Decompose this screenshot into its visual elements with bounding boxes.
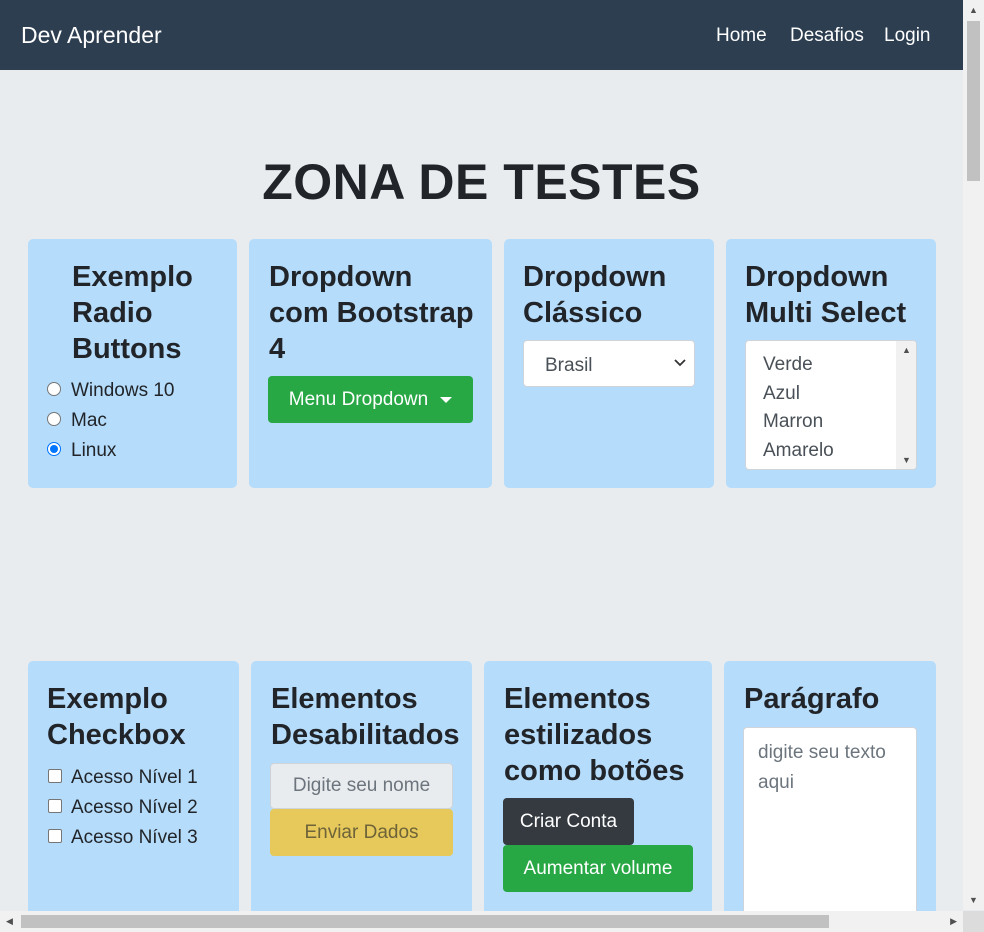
multiselect-card: Dropdown Multi Select Verde Azul Marron … xyxy=(726,239,936,488)
send-data-button-disabled: Enviar Dados xyxy=(270,809,453,856)
checkbox-nivel-2[interactable] xyxy=(48,799,62,813)
name-input-disabled: Digite seu nome xyxy=(270,763,453,809)
paragraph-title: Parágrafo xyxy=(744,683,880,715)
dropdown-classic-card: Dropdown Clássico Brasil xyxy=(504,239,714,488)
navbar: Dev Aprender Home Desafios Login xyxy=(0,0,963,70)
radio-card-title: Exemplo Radio Buttons xyxy=(72,261,193,365)
paragraph-card: Parágrafo digite seu texto aqui xyxy=(724,661,936,921)
checkbox-card: Exemplo Checkbox Acesso Nível 1 Acesso N… xyxy=(28,661,239,921)
scroll-up-icon[interactable]: ▲ xyxy=(969,5,978,15)
multiselect-option[interactable]: Azul xyxy=(763,380,834,409)
radio-card: Exemplo Radio Buttons Windows 10 Mac Lin… xyxy=(28,239,237,488)
radio-label-windows: Windows 10 xyxy=(71,380,175,401)
country-select[interactable]: Brasil xyxy=(523,340,695,387)
multiselect-option[interactable]: Marron xyxy=(763,408,834,437)
increase-volume-button[interactable]: Aumentar volume xyxy=(503,845,693,892)
create-account-button[interactable]: Criar Conta xyxy=(503,798,634,845)
vertical-scroll-thumb[interactable] xyxy=(967,21,980,181)
nav-link-desafios[interactable]: Desafios xyxy=(790,25,864,47)
styled-links-card: Elementos estilizados como botões Criar … xyxy=(484,661,712,921)
checkbox-label-2: Acesso Nível 2 xyxy=(71,797,198,818)
checkbox-card-title: Exemplo Checkbox xyxy=(47,683,186,751)
horizontal-scrollbar[interactable]: ◀ ▶ xyxy=(0,911,963,932)
scroll-left-icon[interactable]: ◀ xyxy=(6,916,13,927)
checkbox-label-1: Acesso Nível 1 xyxy=(71,767,198,788)
scroll-down-icon[interactable]: ▼ xyxy=(969,895,978,905)
styled-links-title: Elementos estilizados como botões xyxy=(504,683,685,787)
color-multiselect[interactable]: Verde Azul Marron Amarelo ▲ ▼ xyxy=(745,340,917,470)
dropdown-classic-title: Dropdown Clássico xyxy=(523,261,667,329)
radio-label-linux: Linux xyxy=(71,440,117,461)
radio-windows[interactable] xyxy=(47,382,61,396)
page-title: ZONA DE TESTES xyxy=(262,154,701,210)
checkbox-nivel-1[interactable] xyxy=(48,769,62,783)
scroll-down-icon[interactable]: ▼ xyxy=(902,455,911,465)
dropdown-bootstrap-title: Dropdown com Bootstrap 4 xyxy=(269,261,474,365)
nav-link-login[interactable]: Login xyxy=(884,25,931,47)
paragraph-textarea[interactable]: digite seu texto aqui xyxy=(743,727,917,921)
radio-label-mac: Mac xyxy=(71,410,107,431)
disabled-elements-title: Elementos Desabilitados xyxy=(271,683,460,751)
scrollbar-corner xyxy=(963,911,984,932)
multiselect-title: Dropdown Multi Select xyxy=(745,261,907,329)
nav-link-home[interactable]: Home xyxy=(716,25,767,47)
scroll-up-icon[interactable]: ▲ xyxy=(902,345,911,355)
radio-linux[interactable] xyxy=(47,442,61,456)
menu-dropdown-button[interactable]: Menu Dropdown xyxy=(268,376,473,423)
checkbox-label-3: Acesso Nível 3 xyxy=(71,827,198,848)
chevron-down-icon xyxy=(674,359,686,367)
horizontal-scroll-thumb[interactable] xyxy=(21,915,829,928)
dropdown-bootstrap-card: Dropdown com Bootstrap 4 Menu Dropdown xyxy=(249,239,492,488)
multiselect-option[interactable]: Verde xyxy=(763,351,834,380)
caret-down-icon xyxy=(440,396,453,403)
multiselect-scrollbar[interactable]: ▲ ▼ xyxy=(896,341,916,469)
vertical-scrollbar[interactable]: ▲ ▼ xyxy=(963,0,984,910)
multiselect-option[interactable]: Amarelo xyxy=(763,437,834,466)
scroll-right-icon[interactable]: ▶ xyxy=(950,916,957,927)
brand-logo[interactable]: Dev Aprender xyxy=(21,22,162,49)
checkbox-nivel-3[interactable] xyxy=(48,829,62,843)
disabled-elements-card: Elementos Desabilitados Digite seu nome … xyxy=(251,661,472,921)
radio-mac[interactable] xyxy=(47,412,61,426)
